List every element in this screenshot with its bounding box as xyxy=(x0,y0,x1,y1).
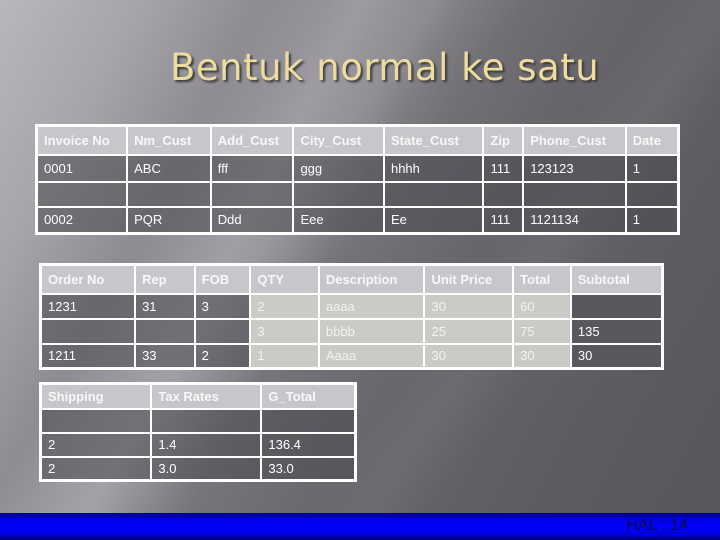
cell: 33.0 xyxy=(260,455,357,482)
page-number: HAL : 14 xyxy=(626,517,688,534)
cell: 25 xyxy=(423,317,515,345)
cell: 0002 xyxy=(35,205,129,235)
cell xyxy=(134,317,196,345)
cell: 1 xyxy=(624,153,680,183)
cell xyxy=(522,180,627,208)
cell: Aaaa xyxy=(317,342,426,370)
invoice-header-row: Invoice No Nm_Cust Add_Cust City_Cust St… xyxy=(35,124,680,156)
cell: 136.4 xyxy=(260,431,357,458)
table-row: 1231 31 3 2 aaaa 30 60 xyxy=(39,292,664,320)
header-nm-cust: Nm_Cust xyxy=(126,124,212,156)
header-invoice-no: Invoice No xyxy=(35,124,129,156)
cell: 2 xyxy=(193,342,252,370)
cell xyxy=(193,317,252,345)
cell: 1.4 xyxy=(150,431,263,458)
header-add-cust: Add_Cust xyxy=(209,124,295,156)
cell: Ee xyxy=(382,205,485,235)
cell: 2 xyxy=(39,431,153,458)
header-g-total: G_Total xyxy=(260,382,357,410)
order-table: Order No Rep FOB QTY Description Unit Pr… xyxy=(39,263,664,370)
cell: 30 xyxy=(569,342,664,370)
cell xyxy=(382,180,485,208)
invoice-table: Invoice No Nm_Cust Add_Cust City_Cust St… xyxy=(35,124,680,235)
cell: 60 xyxy=(512,292,572,320)
slide-title: Bentuk normal ke satu xyxy=(170,46,600,89)
cell: 3 xyxy=(249,317,320,345)
cell: 33 xyxy=(134,342,196,370)
header-tax-rates: Tax Rates xyxy=(150,382,263,410)
cell: 1121134 xyxy=(522,205,627,235)
table-row xyxy=(39,407,357,434)
table-row: 0001 ABC fff ggg hhhh 111 123123 1 xyxy=(35,153,680,183)
header-state-cust: State_Cust xyxy=(382,124,485,156)
table-row: 1211 33 2 1 Aaaa 30 30 30 xyxy=(39,342,664,370)
cell: Ddd xyxy=(209,205,295,235)
cell: 135 xyxy=(569,317,664,345)
header-total: Total xyxy=(512,263,572,295)
order-header-row: Order No Rep FOB QTY Description Unit Pr… xyxy=(39,263,664,295)
cell: hhhh xyxy=(382,153,485,183)
cell: 30 xyxy=(423,342,515,370)
cell: aaaa xyxy=(317,292,426,320)
cell xyxy=(35,180,129,208)
cell: 2 xyxy=(249,292,320,320)
cell xyxy=(126,180,212,208)
header-shipping: Shipping xyxy=(39,382,153,410)
header-date: Date xyxy=(624,124,680,156)
cell: 75 xyxy=(512,317,572,345)
cell xyxy=(624,180,680,208)
cell: PQR xyxy=(126,205,212,235)
cell: 2 xyxy=(39,455,153,482)
header-phone-cust: Phone_Cust xyxy=(522,124,627,156)
header-subtotal: Subtotal xyxy=(569,263,664,295)
cell xyxy=(150,407,263,434)
table-row xyxy=(35,180,680,208)
header-zip: Zip xyxy=(482,124,525,156)
table-row: 0002 PQR Ddd Eee Ee 111 1121134 1 xyxy=(35,205,680,235)
header-rep: Rep xyxy=(134,263,196,295)
cell: bbbb xyxy=(317,317,426,345)
header-city-cust: City_Cust xyxy=(292,124,385,156)
table-row: 2 1.4 136.4 xyxy=(39,431,357,458)
header-order-no: Order No xyxy=(39,263,137,295)
cell: 1231 xyxy=(39,292,137,320)
header-unit-price: Unit Price xyxy=(423,263,515,295)
cell xyxy=(260,407,357,434)
cell xyxy=(569,292,664,320)
table-row: 2 3.0 33.0 xyxy=(39,455,357,482)
cell: 30 xyxy=(512,342,572,370)
total-header-row: Shipping Tax Rates G_Total xyxy=(39,382,357,410)
total-table: Shipping Tax Rates G_Total 2 1.4 136.4 2… xyxy=(39,382,357,482)
header-fob: FOB xyxy=(193,263,252,295)
header-description: Description xyxy=(317,263,426,295)
cell: 1211 xyxy=(39,342,137,370)
cell: 111 xyxy=(482,205,525,235)
cell xyxy=(209,180,295,208)
footer-bar: HAL : 14 xyxy=(0,513,720,540)
cell: 0001 xyxy=(35,153,129,183)
cell: 31 xyxy=(134,292,196,320)
cell xyxy=(39,407,153,434)
cell: 1 xyxy=(249,342,320,370)
cell: 3 xyxy=(193,292,252,320)
cell xyxy=(292,180,385,208)
cell: 111 xyxy=(482,153,525,183)
cell xyxy=(482,180,525,208)
cell: ggg xyxy=(292,153,385,183)
table-row: 3 bbbb 25 75 135 xyxy=(39,317,664,345)
header-qty: QTY xyxy=(249,263,320,295)
cell: fff xyxy=(209,153,295,183)
cell: 3.0 xyxy=(150,455,263,482)
cell: 30 xyxy=(423,292,515,320)
cell xyxy=(39,317,137,345)
cell: 123123 xyxy=(522,153,627,183)
cell: ABC xyxy=(126,153,212,183)
cell: Eee xyxy=(292,205,385,235)
cell: 1 xyxy=(624,205,680,235)
